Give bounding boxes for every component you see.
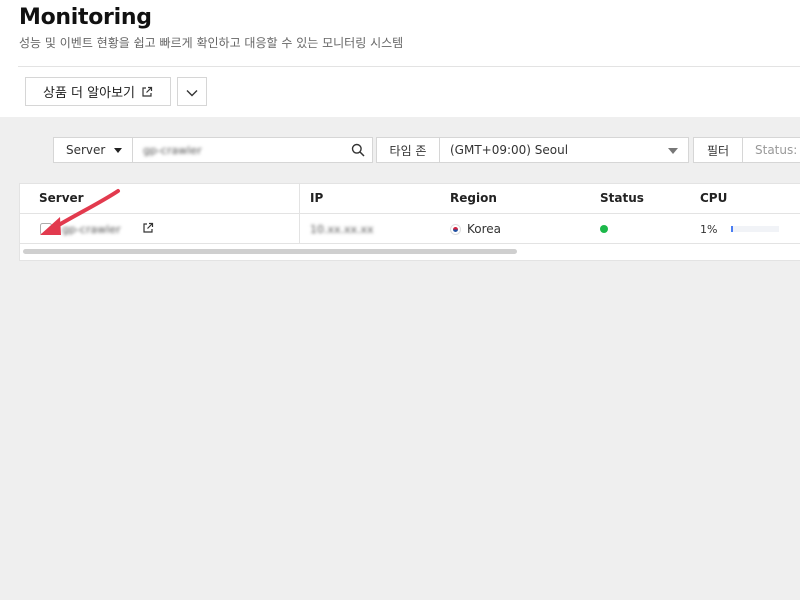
timezone-select[interactable]: (GMT+09:00) Seoul (439, 137, 689, 163)
table-header: Server IP Region Status CPU (20, 184, 800, 214)
field-select-value: Server (66, 143, 106, 157)
scrollbar-thumb[interactable] (23, 249, 517, 254)
caret-down-icon (668, 148, 678, 154)
search-input[interactable]: gp-crawler (132, 137, 373, 163)
table-row[interactable]: gp-crawler 10.xx.xx.xx Korea 1% (20, 214, 800, 244)
more-options-button[interactable] (177, 77, 207, 106)
filter-button[interactable]: 필터 (693, 137, 743, 163)
page-title: Monitoring (19, 5, 152, 30)
column-header-cpu[interactable]: CPU (700, 184, 727, 214)
column-header-ip[interactable]: IP (310, 184, 323, 214)
horizontal-scrollbar[interactable] (20, 248, 800, 256)
filter-bar: Server gp-crawler 타임 존 (GMT+09:00) Seoul… (53, 137, 800, 163)
server-name-cell[interactable]: gp-crawler (40, 214, 154, 244)
page-subtitle: 성능 및 이벤트 현황을 쉽고 빠르게 확인하고 대응할 수 있는 모니터링 시… (19, 36, 404, 50)
column-header-region[interactable]: Region (450, 184, 497, 214)
header-divider (18, 66, 800, 67)
page-header: Monitoring 성능 및 이벤트 현황을 쉽고 빠르게 확인하고 대응할 … (0, 0, 800, 117)
caret-down-icon (114, 148, 122, 153)
column-header-server[interactable]: Server (39, 184, 84, 214)
learn-more-label: 상품 더 알아보기 (43, 86, 135, 101)
region-value: Korea (467, 222, 502, 236)
cpu-usage-fill (731, 226, 734, 232)
field-select[interactable]: Server (53, 137, 133, 163)
timezone-value: (GMT+09:00) Seoul (450, 143, 569, 157)
external-link-icon[interactable] (142, 222, 154, 237)
server-name-link[interactable]: gp-crawler (62, 223, 132, 236)
timezone-label: 타임 존 (376, 137, 440, 163)
server-table: Server IP Region Status CPU gp-crawler 1… (19, 183, 800, 261)
cpu-usage-bar (731, 226, 780, 232)
ip-cell: 10.xx.xx.xx (310, 214, 374, 244)
region-cell: Korea (450, 214, 501, 244)
status-indicator (600, 225, 608, 233)
column-header-status[interactable]: Status (600, 184, 644, 214)
row-checkbox[interactable] (40, 223, 52, 235)
status-cell (600, 214, 608, 244)
ip-value: 10.xx.xx.xx (310, 222, 374, 236)
search-input-value: gp-crawler (143, 143, 202, 157)
cpu-value: 1% (700, 222, 718, 236)
chevron-down-icon (186, 82, 198, 101)
korea-flag-icon (450, 223, 461, 235)
status-filter[interactable]: Status: - (742, 137, 800, 163)
learn-more-button[interactable]: 상품 더 알아보기 (25, 77, 171, 106)
search-icon[interactable] (351, 143, 365, 160)
external-link-icon (141, 86, 153, 98)
cpu-cell: 1% (700, 214, 780, 244)
